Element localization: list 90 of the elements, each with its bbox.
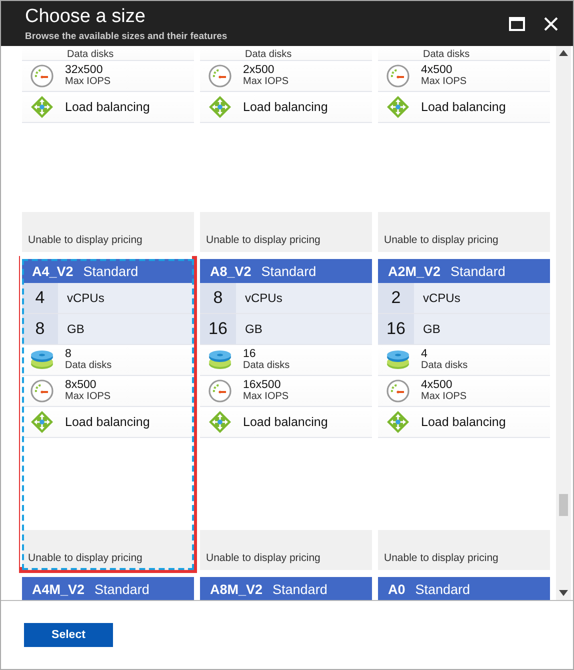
- select-button[interactable]: Select: [24, 623, 113, 647]
- feature-label: Data disks: [245, 49, 292, 60]
- size-card[interactable]: Data disks 2x500 Max IOPS Load balancing Unable to display pricing: [200, 46, 372, 252]
- iops-value: 32x500: [65, 65, 104, 76]
- tier-label: Standard: [272, 582, 328, 596]
- feature-label: Load balancing: [243, 100, 328, 114]
- gauge-icon: [208, 379, 232, 403]
- feature-label: Max IOPS: [243, 76, 289, 87]
- size-card[interactable]: A2M_V2 Standard 2 vCPUs 16 GB 4 Data disks 4x500 Max IOPS Load balancing Unable to display pricing: [378, 259, 550, 570]
- pricing-note: Unable to display pricing: [200, 530, 372, 570]
- spec-label: vCPUs: [66, 291, 104, 305]
- tier-label: Standard: [415, 582, 470, 596]
- size-label: A4_V2: [32, 264, 74, 278]
- pricing-note: Unable to display pricing: [378, 530, 550, 570]
- feature-label: Data disks: [421, 360, 468, 371]
- tier-label: Standard: [94, 582, 150, 596]
- iops-value: 4x500: [421, 65, 454, 76]
- disk-stack-icon: [30, 349, 54, 371]
- size-label: A8M_V2: [210, 582, 263, 596]
- size-label: A2M_V2: [388, 264, 441, 278]
- spec-label: GB: [244, 322, 262, 336]
- maximize-icon[interactable]: [509, 16, 525, 30]
- window-title: Choose a size: [25, 6, 146, 28]
- spec-label: vCPUs: [422, 291, 460, 305]
- spec-label: GB: [66, 322, 84, 336]
- size-card[interactable]: A8M_V2 Standard: [200, 577, 372, 600]
- disk-count: 16: [243, 349, 257, 360]
- feature-label: Data disks: [67, 49, 114, 60]
- close-icon[interactable]: [543, 16, 559, 32]
- disk-stack-icon: [386, 349, 410, 371]
- spec-value: 2: [378, 283, 414, 313]
- disk-count: 8: [65, 349, 72, 360]
- feature-label: Data disks: [243, 360, 290, 371]
- gauge-icon: [30, 379, 54, 403]
- pricing-note: Unable to display pricing: [378, 212, 550, 252]
- size-card[interactable]: A0 Standard: [378, 577, 550, 600]
- feature-label: Max IOPS: [421, 391, 467, 402]
- size-card[interactable]: A4M_V2 Standard: [22, 577, 194, 600]
- load-balancer-icon: [386, 410, 410, 434]
- feature-label: Max IOPS: [65, 391, 111, 402]
- size-card[interactable]: Data disks 32x500 Max IOPS Load balancing Unable to display pricing: [22, 46, 194, 252]
- scroll-thumb[interactable]: [559, 494, 568, 516]
- disk-count: 4: [421, 349, 428, 360]
- load-balancer-icon: [208, 95, 232, 119]
- feature-label: Data disks: [423, 49, 470, 60]
- load-balancer-icon: [208, 410, 232, 434]
- tier-label: Standard: [261, 264, 316, 278]
- feature-label: Load balancing: [243, 415, 328, 429]
- size-label: A8_V2: [210, 264, 252, 278]
- load-balancer-icon: [30, 95, 54, 119]
- gauge-icon: [386, 64, 410, 88]
- iops-value: 4x500: [421, 380, 454, 391]
- load-balancer-icon: [30, 410, 54, 434]
- size-label: A4M_V2: [32, 582, 85, 596]
- spec-value: 16: [200, 314, 236, 344]
- size-label: A0: [388, 582, 406, 596]
- feature-label: Max IOPS: [243, 391, 289, 402]
- window-subtitle: Browse the available sizes and their features: [25, 30, 228, 42]
- feature-label: Load balancing: [65, 100, 150, 114]
- size-card[interactable]: Data disks 4x500 Max IOPS Load balancing Unable to display pricing: [378, 46, 550, 252]
- feature-label: Data disks: [65, 360, 112, 371]
- load-balancer-icon: [386, 95, 410, 119]
- size-card[interactable]: A4_V2 Standard 4 vCPUs 8 GB 8 Data disks 8x500 Max IOPS Load balancing Unable to display pricing: [22, 259, 194, 570]
- gauge-icon: [386, 379, 410, 403]
- gauge-icon: [30, 64, 54, 88]
- feature-label: Load balancing: [65, 415, 150, 429]
- feature-label: Max IOPS: [65, 76, 111, 87]
- scroll-down-icon[interactable]: [559, 590, 568, 596]
- scroll-up-icon[interactable]: [559, 50, 568, 56]
- feature-label: Max IOPS: [421, 76, 467, 87]
- feature-label: Load balancing: [421, 100, 506, 114]
- iops-value: 16x500: [243, 380, 282, 391]
- spec-value: 8: [22, 314, 58, 344]
- size-card[interactable]: A8_V2 Standard 8 vCPUs 16 GB 16 Data disks 16x500 Max IOPS Load balancing Unable to display pricing: [200, 259, 372, 570]
- iops-value: 2x500: [243, 65, 276, 76]
- pricing-note: Unable to display pricing: [22, 530, 194, 570]
- pricing-note: Unable to display pricing: [22, 212, 194, 252]
- tier-label: Standard: [450, 264, 506, 278]
- spec-label: vCPUs: [244, 291, 282, 305]
- scrollbar[interactable]: [556, 46, 571, 600]
- spec-value: 4: [22, 283, 58, 313]
- spec-label: GB: [422, 322, 440, 336]
- pricing-note: Unable to display pricing: [200, 212, 372, 252]
- feature-label: Load balancing: [421, 415, 506, 429]
- tier-label: Standard: [83, 264, 138, 278]
- gauge-icon: [208, 64, 232, 88]
- spec-value: 16: [378, 314, 414, 344]
- iops-value: 8x500: [65, 380, 98, 391]
- disk-stack-icon: [208, 349, 232, 371]
- spec-value: 8: [200, 283, 236, 313]
